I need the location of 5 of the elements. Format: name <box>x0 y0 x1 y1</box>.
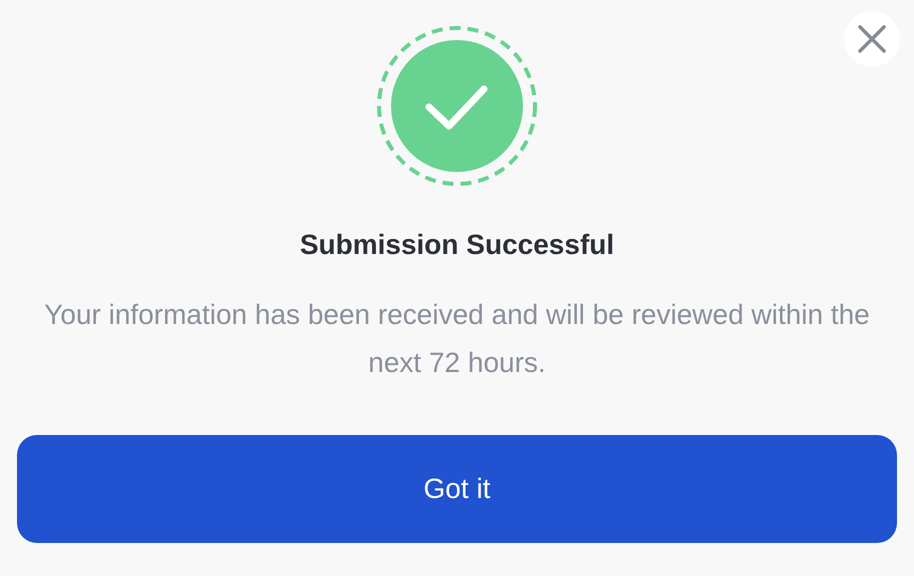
got-it-button[interactable]: Got it <box>17 435 897 543</box>
success-check-icon <box>376 25 538 187</box>
dialog-message: Your information has been received and will be reviewed within the next 72 hours. <box>43 298 871 380</box>
dialog-title: Submission Successful <box>300 228 614 262</box>
close-icon <box>857 24 887 54</box>
